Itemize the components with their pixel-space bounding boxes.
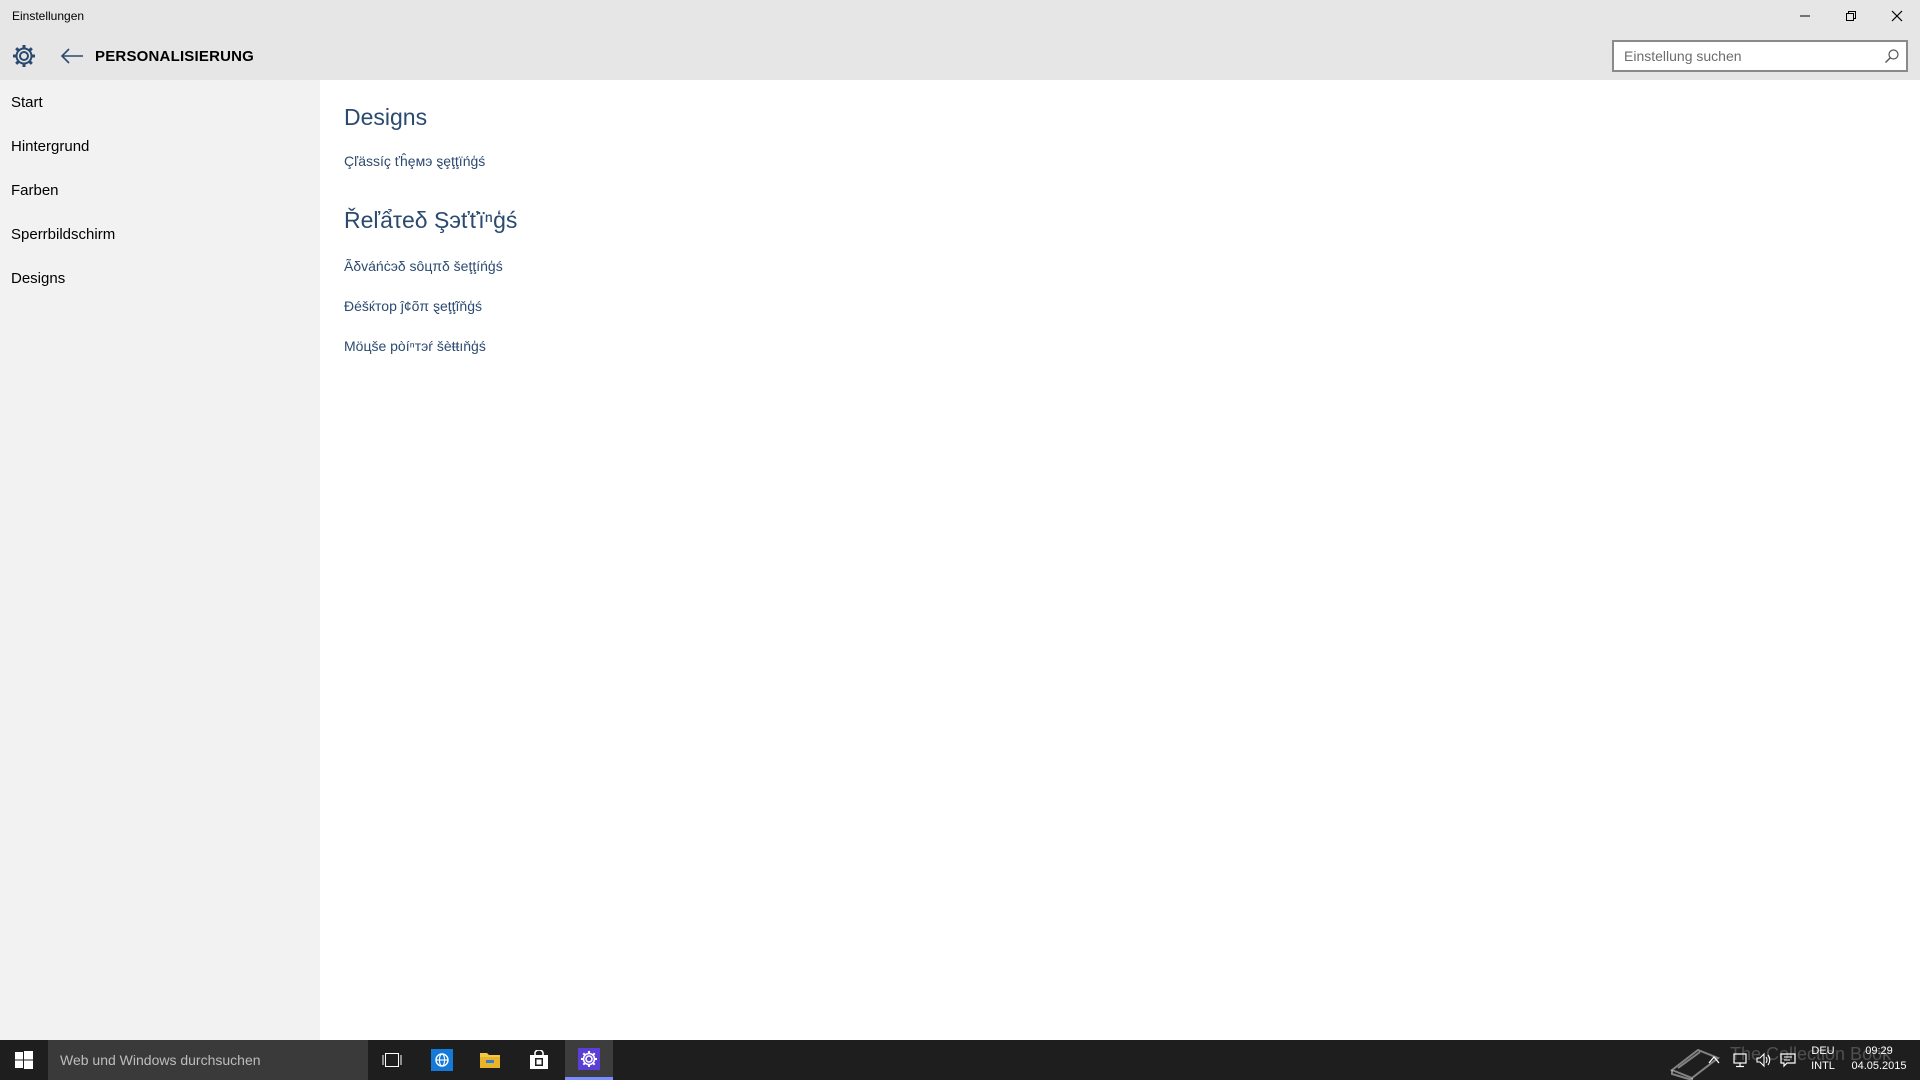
mouse-pointer-settings-link[interactable]: Möцšе рòíⁿтэŕ šèŧŧıňģś: [344, 338, 486, 354]
settings-header: PERSONALISIERUNG: [0, 32, 1920, 80]
taskbar-browser-button[interactable]: [418, 1040, 466, 1080]
clock[interactable]: 09:29 04.05.2015: [1844, 1044, 1914, 1074]
close-icon: [1891, 10, 1903, 22]
clock-date: 04.05.2015: [1851, 1060, 1907, 1072]
store-bag-icon: [530, 1050, 548, 1069]
sidebar-item-designs[interactable]: Designs: [0, 256, 320, 300]
sidebar-item-label: Hintergrund: [11, 137, 90, 155]
task-view-button[interactable]: [368, 1040, 416, 1080]
search-input[interactable]: [1614, 42, 1874, 70]
chevron-up-icon[interactable]: [1705, 1051, 1723, 1069]
window-title: Einstellungen: [12, 9, 85, 23]
advanced-sound-settings-link[interactable]: Ãδváńċэδ sôцπδ šеţţíńģś: [344, 258, 503, 274]
sidebar-item-label: Farben: [11, 181, 59, 199]
sidebar-item-hintergrund[interactable]: Hintergrund: [0, 124, 320, 168]
settings-home-button[interactable]: [10, 42, 38, 70]
search-icon[interactable]: [1884, 48, 1900, 64]
main-content: Designs Çľässíç ťĥȩмэ ȿȩţţïńģś Řеľẩτеδ Ş…: [320, 80, 1920, 1040]
sidebar-item-label: Sperrbildschirm: [11, 225, 116, 243]
restore-icon: [1846, 11, 1856, 21]
settings-search-box[interactable]: [1612, 40, 1908, 72]
taskbar-file-explorer-button[interactable]: [466, 1040, 514, 1080]
settings-gear-icon: [578, 1047, 600, 1070]
taskbar-search-box[interactable]: [48, 1040, 368, 1080]
classic-theme-settings-link[interactable]: Çľässíç ťĥȩмэ ȿȩţţïńģś: [344, 153, 485, 169]
minimize-icon: [1800, 15, 1810, 17]
action-center-icon[interactable]: [1779, 1051, 1797, 1069]
sidebar: Start Hintergrund Farben Sperrbildschirm…: [0, 80, 320, 1040]
browser-icon: [431, 1049, 453, 1071]
start-button[interactable]: [0, 1040, 48, 1080]
taskbar: The Collection Book DEU INTL 09:29 04.05…: [0, 1040, 1920, 1080]
clock-time: 09:29: [1865, 1045, 1893, 1057]
folder-icon: [480, 1053, 500, 1068]
designs-heading: Designs: [344, 104, 428, 130]
keyboard-layout: INTL: [1811, 1060, 1835, 1072]
sidebar-item-sperrbildschirm[interactable]: Sperrbildschirm: [0, 212, 320, 256]
language-code: DEU: [1811, 1045, 1835, 1057]
sidebar-item-label: Start: [11, 93, 43, 111]
title-bar: Einstellungen: [0, 0, 1920, 32]
input-language-indicator[interactable]: DEU INTL: [1808, 1044, 1838, 1074]
minimize-button[interactable]: [1782, 0, 1828, 32]
back-button[interactable]: [58, 44, 86, 68]
close-button[interactable]: [1874, 0, 1920, 32]
volume-icon[interactable]: [1755, 1051, 1773, 1069]
network-icon[interactable]: [1731, 1051, 1749, 1069]
windows-logo-icon: [15, 1051, 33, 1069]
gear-icon: [13, 45, 35, 67]
taskbar-store-button[interactable]: [515, 1040, 563, 1080]
task-view-icon: [382, 1053, 402, 1067]
sidebar-item-label: Designs: [11, 269, 66, 287]
taskbar-search-input[interactable]: [48, 1040, 368, 1080]
related-settings-heading: Řеľẩτеδ Şэťťïⁿģś: [344, 207, 518, 233]
page-title: PERSONALISIERUNG: [95, 48, 255, 65]
restore-button[interactable]: [1828, 0, 1874, 32]
sidebar-item-start[interactable]: Start: [0, 80, 320, 124]
taskbar-settings-button[interactable]: [565, 1040, 613, 1080]
back-arrow-icon: [60, 48, 83, 64]
sidebar-item-farben[interactable]: Farben: [0, 168, 320, 212]
desktop-icon-settings-link[interactable]: Ðéšќтор ĵ¢õπ ȿеţţĩňģś: [344, 298, 482, 314]
